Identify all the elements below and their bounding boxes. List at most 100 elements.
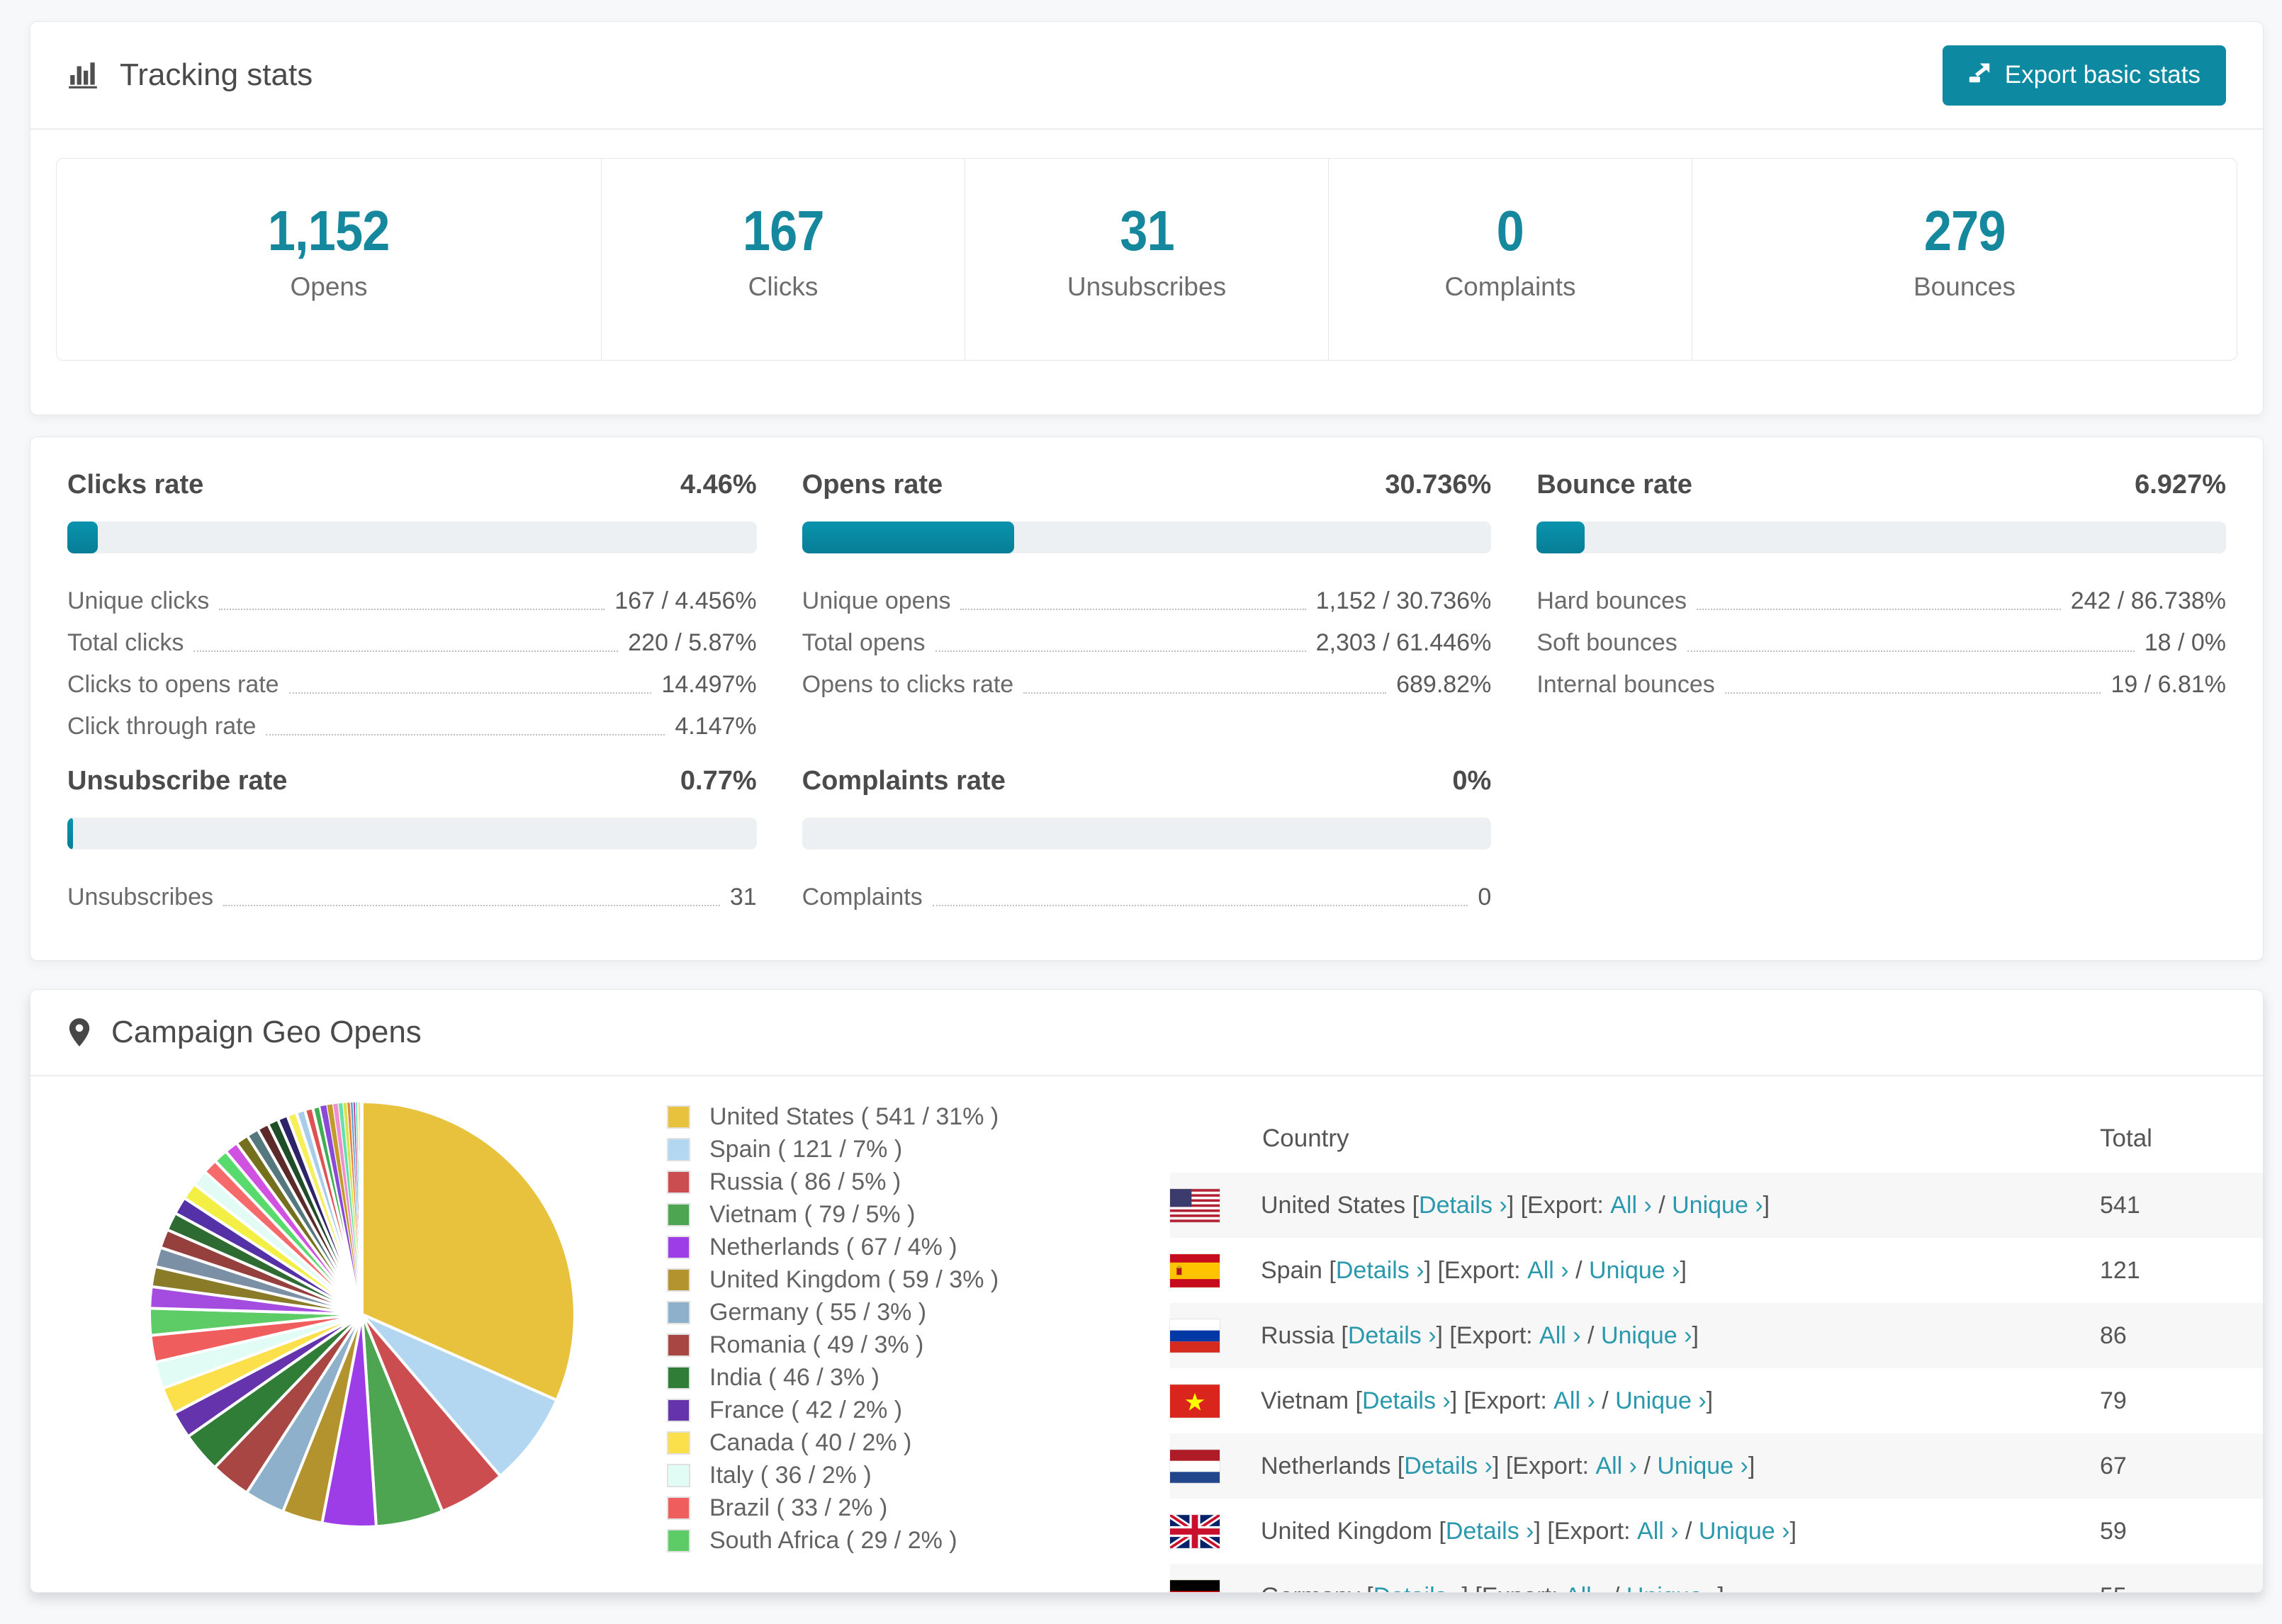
legend-item-brazil[interactable]: Brazil ( 33 / 2% ): [667, 1494, 1092, 1522]
rate-detail-label: Unsubscribes: [67, 884, 213, 910]
legend-label: Netherlands ( 67 / 4% ): [709, 1234, 957, 1261]
legend-label: South Africa ( 29 / 2% ): [709, 1527, 957, 1554]
stat-value: 167: [742, 199, 825, 262]
rate-detail-label: Opens to clicks rate: [802, 671, 1014, 698]
details-link[interactable]: Details ›: [1404, 1453, 1493, 1480]
rate-detail-row: Complaints 0: [802, 878, 1492, 920]
tracking-stats-title-text: Tracking stats: [120, 57, 313, 92]
row-total: 67: [2100, 1452, 2127, 1479]
row-text: United States [: [1261, 1191, 1420, 1219]
legend-label: Germany ( 55 / 3% ): [709, 1299, 927, 1326]
row-text: /: [1651, 1191, 1673, 1219]
legend-item-germany[interactable]: Germany ( 55 / 3% ): [667, 1299, 1092, 1326]
campaign-geo-opens-title: Campaign Geo Opens: [67, 1015, 422, 1050]
legend-label: United Kingdom ( 59 / 3% ): [709, 1266, 999, 1293]
rate-detail-label: Unique clicks: [67, 587, 210, 614]
rate-detail-value: 0: [1478, 884, 1492, 910]
export-basic-stats-button[interactable]: Export basic stats: [1942, 45, 2226, 106]
rate-detail-label: Internal bounces: [1536, 671, 1715, 698]
row-text: Germany [: [1261, 1583, 1373, 1593]
legend-item-united-states[interactable]: United States ( 541 / 31% ): [667, 1103, 1092, 1131]
legend-item-spain[interactable]: Spain ( 121 / 7% ): [667, 1136, 1092, 1163]
legend-item-india[interactable]: India ( 46 / 3% ): [667, 1364, 1092, 1392]
legend-item-france[interactable]: France ( 42 / 2% ): [667, 1397, 1092, 1424]
rate-progress-fill: [67, 521, 99, 553]
rate-detail-value: 19 / 6.81%: [2110, 671, 2226, 698]
geo-table-row-united-states: United States [Details ›] [Export: All ›…: [1170, 1173, 2263, 1238]
rate-detail-row: Hard bounces 242 / 86.738%: [1536, 582, 2226, 624]
rate-value: 4.46%: [680, 470, 757, 500]
legend-item-italy[interactable]: Italy ( 36 / 2% ): [667, 1462, 1092, 1489]
details-link[interactable]: Details ›: [1336, 1257, 1424, 1285]
dotted-leader: [219, 609, 605, 610]
export-unique-link[interactable]: Unique ›: [1589, 1257, 1680, 1285]
dotted-leader: [1697, 609, 2061, 610]
rate-detail-value: 14.497%: [661, 671, 757, 698]
details-link[interactable]: Details ›: [1419, 1192, 1507, 1219]
export-unique-link[interactable]: Unique ›: [1615, 1387, 1707, 1415]
rate-detail-label: Click through rate: [67, 713, 257, 740]
export-unique-link[interactable]: Unique ›: [1699, 1518, 1790, 1545]
legend-item-romania[interactable]: Romania ( 49 / 3% ): [667, 1331, 1092, 1359]
legend-item-south-africa[interactable]: South Africa ( 29 / 2% ): [667, 1527, 1092, 1555]
legend-item-netherlands[interactable]: Netherlands ( 67 / 4% ): [667, 1234, 1092, 1261]
pie-slice-other[interactable]: [361, 1101, 363, 1315]
legend-swatch: [667, 1138, 690, 1161]
legend-label: Italy ( 36 / 2% ): [709, 1462, 872, 1489]
export-all-link[interactable]: All ›: [1527, 1257, 1569, 1285]
export-unique-link[interactable]: Unique ›: [1657, 1453, 1748, 1480]
rate-title: Unsubscribe rate: [67, 766, 288, 796]
legend-item-russia[interactable]: Russia ( 86 / 5% ): [667, 1168, 1092, 1196]
export-all-link[interactable]: All ›: [1637, 1518, 1679, 1545]
row-text: Russia [: [1261, 1321, 1348, 1349]
export-all-link[interactable]: All ›: [1610, 1192, 1652, 1219]
dotted-leader: [266, 734, 665, 735]
rate-detail-row: Soft bounces 18 / 0%: [1536, 624, 2226, 665]
legend-label: India ( 46 / 3% ): [709, 1364, 880, 1391]
rate-section-clicks-rate: Clicks rate 4.46% Unique clicks 167 / 4.456…: [67, 470, 757, 749]
legend-item-vietnam[interactable]: Vietnam ( 79 / 5% ): [667, 1201, 1092, 1229]
stat-label: Unsubscribes: [1067, 272, 1227, 301]
rate-detail-row: Opens to clicks rate 689.82%: [802, 665, 1492, 707]
export-unique-link[interactable]: Unique ›: [1672, 1192, 1763, 1219]
stat-value: 31: [1119, 199, 1174, 262]
stat-label: Opens: [290, 272, 368, 301]
legend-item-united-kingdom[interactable]: United Kingdom ( 59 / 3% ): [667, 1266, 1092, 1294]
row-total: 55: [2061, 1583, 2263, 1593]
row-text: /: [1637, 1452, 1658, 1479]
rate-detail-value: 18 / 0%: [2144, 629, 2226, 656]
legend-item-canada[interactable]: Canada ( 40 / 2% ): [667, 1429, 1092, 1457]
details-link[interactable]: Details ›: [1362, 1387, 1451, 1415]
geo-opens-pie-chart[interactable]: [142, 1095, 582, 1534]
details-link[interactable]: Details ›: [1373, 1583, 1462, 1593]
row-text: ]: [1692, 1321, 1699, 1349]
rate-detail-row: Clicks to opens rate 14.497%: [67, 665, 757, 707]
export-unique-link[interactable]: Unique ›: [1601, 1322, 1692, 1350]
row-text: /: [1606, 1583, 1626, 1593]
details-link[interactable]: Details ›: [1348, 1322, 1437, 1350]
dotted-leader: [223, 905, 720, 906]
legend-swatch: [667, 1236, 690, 1259]
stat-value: 279: [1923, 199, 2006, 262]
campaign-geo-opens-card: Campaign Geo Opens United States ( 541 /…: [30, 989, 2264, 1593]
rate-detail-label: Total opens: [802, 629, 926, 656]
row-text: /: [1568, 1256, 1589, 1284]
legend-swatch: [667, 1366, 690, 1389]
rate-detail-row: Unique opens 1,152 / 30.736%: [802, 582, 1492, 624]
rate-detail-label: Hard bounces: [1536, 587, 1687, 614]
rate-detail-label: Complaints: [802, 884, 923, 910]
export-all-link[interactable]: All ›: [1553, 1387, 1595, 1415]
legend-swatch: [667, 1301, 690, 1324]
legend-swatch: [667, 1105, 690, 1129]
column-header-country: Country: [1262, 1124, 1349, 1152]
export-all-link[interactable]: All ›: [1595, 1453, 1637, 1480]
export-unique-link[interactable]: Unique ›: [1626, 1583, 1718, 1593]
netherlands-flag-icon: [1170, 1449, 1220, 1483]
export-all-link[interactable]: All ›: [1565, 1583, 1607, 1593]
tracking-stats-header: Tracking stats Export basic stats: [30, 22, 2263, 130]
export-all-link[interactable]: All ›: [1539, 1322, 1581, 1350]
map-pin-icon: [67, 1017, 91, 1048]
rate-detail-value: 4.147%: [675, 713, 757, 740]
tracking-stats-title: Tracking stats: [67, 57, 313, 93]
details-link[interactable]: Details ›: [1446, 1518, 1534, 1545]
